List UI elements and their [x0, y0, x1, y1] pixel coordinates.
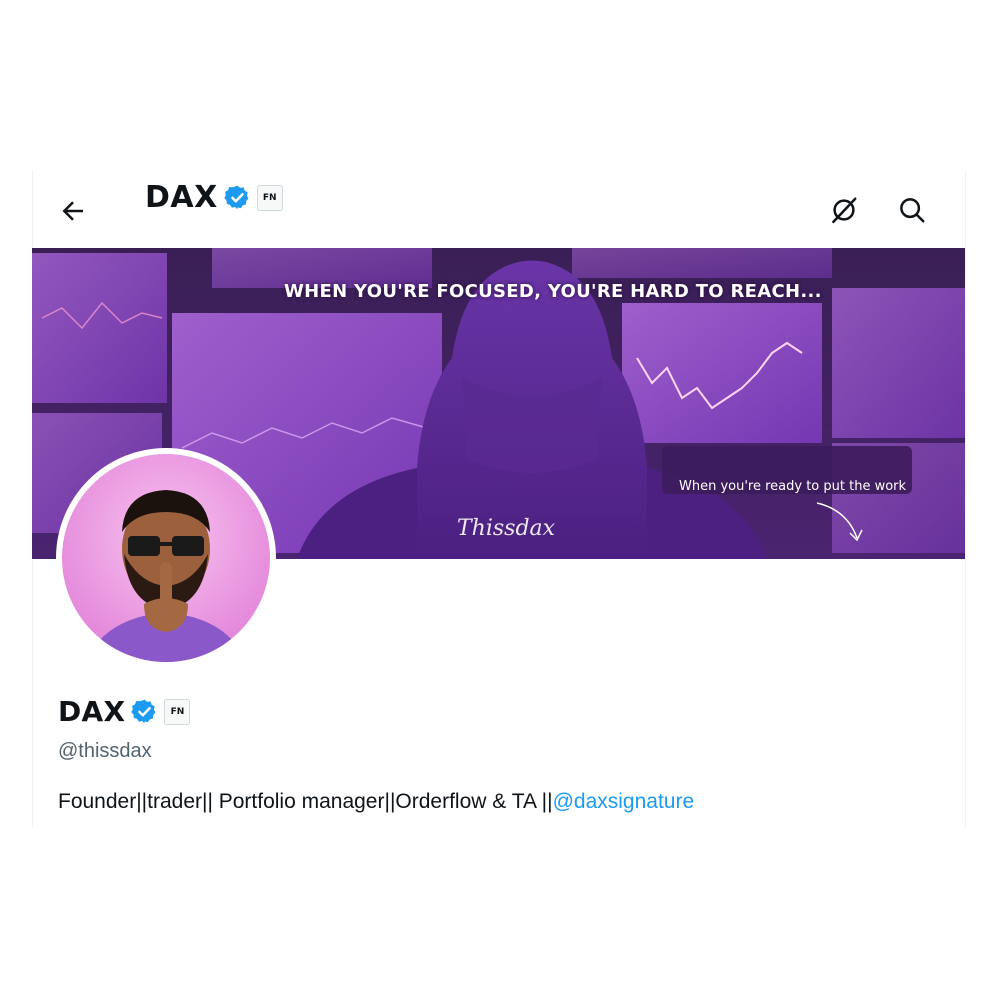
- back-button[interactable]: [58, 196, 88, 226]
- search-button[interactable]: [892, 190, 932, 230]
- header-name: DAX: [145, 180, 218, 215]
- banner-headline: WHEN YOU'RE FOCUSED, YOU'RE HARD TO REAC…: [284, 281, 822, 302]
- header-title: DAX FN: [145, 180, 283, 215]
- verified-badge-icon[interactable]: [131, 698, 158, 725]
- profile-name-row: DAX FN: [58, 695, 191, 728]
- profile-name: DAX: [58, 695, 126, 728]
- profile-card: DAX FN WHEN YOU'RE FOCUSED, YOU'RE HARD …: [32, 170, 966, 828]
- profile-bio: Founder||trader|| Portfolio manager||Ord…: [58, 790, 694, 814]
- grok-button[interactable]: [824, 190, 864, 230]
- grok-icon: [832, 197, 857, 224]
- verified-badge-icon: [224, 185, 249, 210]
- affiliate-badge[interactable]: FN: [164, 698, 191, 725]
- profile-handle: @thissdax: [58, 740, 152, 762]
- avatar[interactable]: [56, 448, 276, 668]
- avatar-image: [62, 454, 270, 662]
- arrow-left-icon: [62, 201, 83, 221]
- affiliate-badge[interactable]: FN: [256, 184, 283, 211]
- bio-mention-link[interactable]: @daxsignature: [553, 790, 695, 813]
- banner-tagline: When you're ready to put the work: [679, 479, 907, 494]
- search-icon: [900, 198, 925, 223]
- profile-header: DAX FN: [32, 170, 966, 248]
- bio-text: Founder||trader|| Portfolio manager||Ord…: [58, 790, 553, 813]
- banner-signature: Thissdax: [457, 516, 556, 541]
